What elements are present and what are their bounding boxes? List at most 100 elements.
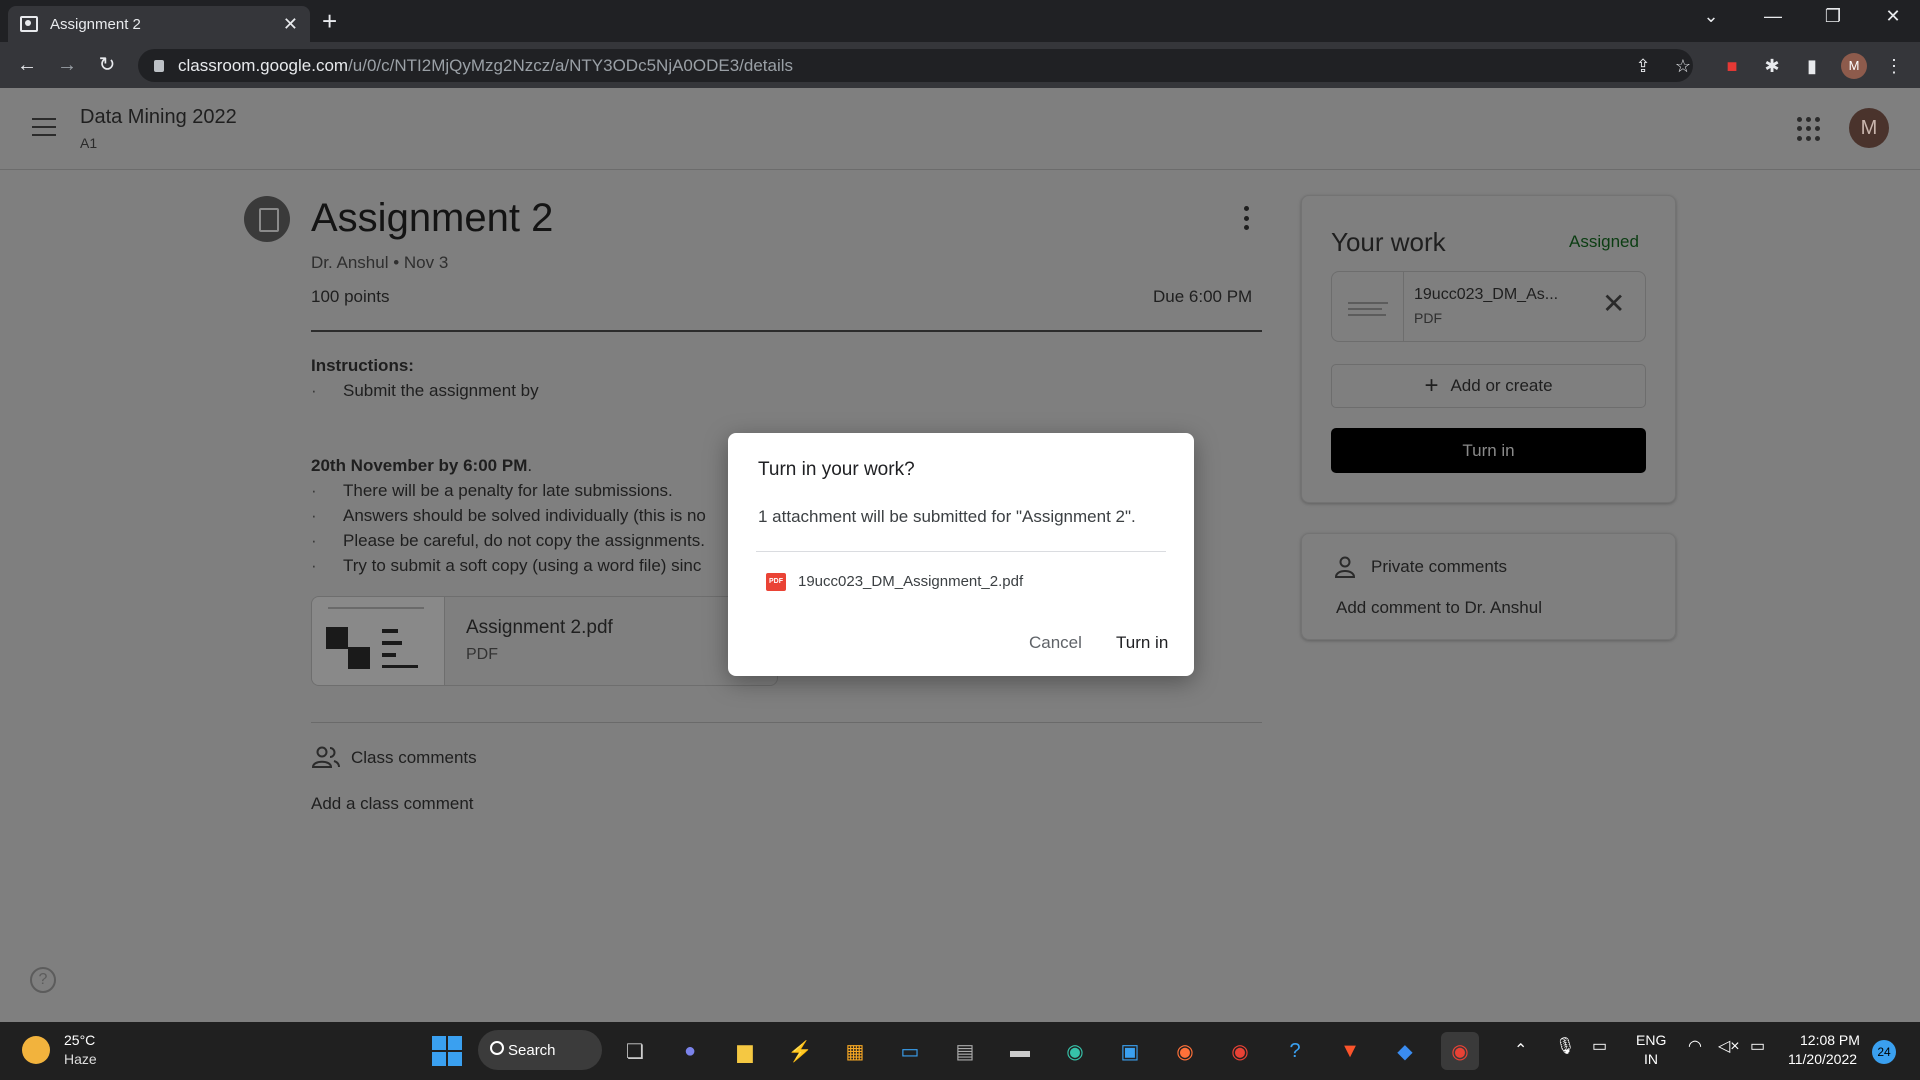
- show-hidden-icons-icon[interactable]: ⌃: [1514, 1040, 1527, 1060]
- dialog-file-name[interactable]: 19ucc023_DM_Assignment_2.pdf: [798, 573, 1023, 590]
- remove-file-icon[interactable]: ✕: [1602, 290, 1625, 318]
- taskbar-search-label: Search: [508, 1041, 556, 1059]
- dialog-turn-in-button[interactable]: Turn in: [1110, 629, 1174, 657]
- classroom-header: [0, 88, 1920, 170]
- divider: [311, 330, 1262, 332]
- get-help-icon[interactable]: ?: [1276, 1032, 1314, 1070]
- back-arrow-icon[interactable]: ←: [12, 50, 42, 80]
- instruction-bullet: · There will be a penalty for late submis…: [311, 481, 673, 500]
- file-explorer-icon[interactable]: ▆: [726, 1032, 764, 1070]
- browser-profile-avatar[interactable]: M: [1841, 53, 1867, 79]
- weather-description[interactable]: Haze: [64, 1051, 97, 1067]
- windows-start-icon[interactable]: [432, 1036, 462, 1066]
- assignment-title: Assignment 2: [311, 196, 554, 240]
- assignment-points: 100 points: [311, 287, 390, 306]
- assignment-due: Due 6:00 PM: [1153, 287, 1253, 306]
- class-comments-icon: [311, 746, 340, 768]
- weather-temperature[interactable]: 25°C: [64, 1032, 95, 1048]
- instruction-bullet: · Answers should be solved individually (…: [311, 506, 706, 525]
- add-class-comment-link[interactable]: Add a class comment: [311, 794, 474, 814]
- reload-icon[interactable]: ↻: [92, 50, 122, 80]
- attachment-type: PDF: [466, 646, 498, 663]
- tab-title: Assignment 2: [50, 15, 141, 33]
- address-bar[interactable]: classroom.google.com /u/0/c/NTI2MjQyMzg2…: [138, 49, 1693, 82]
- speaker-muted-icon[interactable]: ◁×: [1718, 1036, 1740, 1056]
- url-path: /u/0/c/NTI2MjQyMzg2Nzcz/a/NTY3ODc5NjA0OD…: [348, 55, 794, 75]
- assignment-attachment[interactable]: Assignment 2.pdf PDF: [311, 596, 778, 686]
- task-view-icon[interactable]: ❏: [616, 1032, 654, 1070]
- google-apps-icon[interactable]: [1797, 117, 1821, 141]
- submitted-file-chip[interactable]: 19ucc023_DM_As... PDF ✕: [1331, 271, 1646, 342]
- browser-menu-icon[interactable]: ⋮: [1880, 52, 1908, 80]
- keyboard-icon[interactable]: ▭: [1592, 1036, 1607, 1056]
- course-name[interactable]: Data Mining 2022: [80, 106, 237, 129]
- forward-arrow-icon[interactable]: →: [52, 50, 82, 80]
- person-icon: [1335, 556, 1355, 578]
- edge-icon[interactable]: ◉: [1056, 1032, 1094, 1070]
- wifi-icon[interactable]: ◠: [1688, 1036, 1702, 1056]
- microsoft-store-icon[interactable]: ▦: [836, 1032, 874, 1070]
- bookmark-star-icon[interactable]: ☆: [1669, 52, 1697, 80]
- add-or-create-button[interactable]: + Add or create: [1331, 364, 1646, 408]
- help-icon[interactable]: ?: [30, 967, 56, 993]
- instruction-bullet: · Try to submit a soft copy (using a word…: [311, 556, 702, 575]
- microphone-icon[interactable]: 🎙: [1555, 1036, 1575, 1056]
- clock-time[interactable]: 12:08 PM: [1800, 1032, 1860, 1048]
- tab-search-chevron-icon[interactable]: ⌄: [1688, 6, 1734, 27]
- extension-shield-icon[interactable]: ■: [1718, 52, 1746, 80]
- dropbox-icon[interactable]: ◆: [1386, 1032, 1424, 1070]
- main-menu-icon[interactable]: [32, 118, 56, 136]
- window-close-icon[interactable]: ✕: [1870, 6, 1916, 27]
- remote-desktop-icon[interactable]: ▭: [891, 1032, 929, 1070]
- classroom-favicon-icon: [20, 16, 38, 32]
- class-comments-label: Class comments: [351, 748, 477, 767]
- submitted-file-name: 19ucc023_DM_As...: [1414, 286, 1559, 303]
- weather-haze-icon[interactable]: [22, 1036, 50, 1064]
- notifications-badge[interactable]: 24: [1872, 1040, 1896, 1064]
- add-private-comment-link[interactable]: Add comment to Dr. Anshul: [1336, 598, 1542, 618]
- add-or-create-label: Add or create: [1450, 376, 1553, 395]
- new-tab-button[interactable]: +: [322, 6, 337, 36]
- private-comments-card: [1301, 533, 1676, 640]
- tab-close-icon[interactable]: ✕: [283, 14, 298, 35]
- teams-chat-icon[interactable]: ●: [671, 1032, 709, 1070]
- attachment-name: Assignment 2.pdf: [466, 617, 613, 638]
- taskbar-search[interactable]: Search: [478, 1030, 602, 1070]
- chrome-active-icon[interactable]: ◉: [1441, 1032, 1479, 1070]
- dialog-message: 1 attachment will be submitted for "Assi…: [758, 507, 1136, 526]
- browser-tab[interactable]: Assignment 2 ✕: [8, 6, 310, 42]
- battery-icon[interactable]: ▭: [1750, 1036, 1765, 1056]
- input-region[interactable]: IN: [1644, 1051, 1658, 1067]
- restore-icon[interactable]: ❐: [1810, 6, 1856, 27]
- clock-date[interactable]: 11/20/2022: [1788, 1051, 1857, 1067]
- terminal-icon[interactable]: ▬: [1001, 1032, 1039, 1070]
- firefox-icon[interactable]: ◉: [1166, 1032, 1204, 1070]
- url-domain: classroom.google.com: [178, 55, 349, 75]
- plus-icon: +: [1424, 372, 1439, 399]
- pdf-file-icon: PDF: [766, 573, 786, 591]
- instructions-label: Instructions:: [311, 356, 414, 375]
- turn-in-dialog: Turn in your work? 1 attachment will be …: [728, 433, 1194, 676]
- input-language[interactable]: ENG: [1636, 1032, 1666, 1048]
- lock-icon: [154, 59, 164, 72]
- side-panel-icon[interactable]: ▮: [1798, 52, 1826, 80]
- chrome-icon[interactable]: ◉: [1221, 1032, 1259, 1070]
- turn-in-button[interactable]: Turn in: [1331, 428, 1646, 473]
- dialog-divider: [756, 551, 1166, 552]
- share-icon[interactable]: ⇪: [1629, 52, 1657, 80]
- word-icon[interactable]: ▣: [1111, 1032, 1149, 1070]
- extensions-puzzle-icon[interactable]: ✱: [1758, 52, 1786, 80]
- search-icon: [490, 1041, 504, 1055]
- deadline-line: 20th November by 6:00 PM.: [311, 456, 533, 475]
- vscode-icon[interactable]: ⚡: [781, 1032, 819, 1070]
- work-status: Assigned: [1569, 232, 1639, 251]
- instruction-bullet: · Submit the assignment by: [311, 381, 539, 400]
- dialog-title: Turn in your work?: [758, 459, 915, 480]
- brave-icon[interactable]: ▼: [1331, 1032, 1369, 1070]
- minimize-icon[interactable]: —: [1750, 6, 1796, 27]
- calculator-icon[interactable]: ▤: [946, 1032, 984, 1070]
- account-avatar[interactable]: M: [1849, 108, 1889, 148]
- assignment-icon: [244, 196, 290, 242]
- dialog-cancel-button[interactable]: Cancel: [1023, 629, 1088, 657]
- more-options-icon[interactable]: [1244, 206, 1250, 230]
